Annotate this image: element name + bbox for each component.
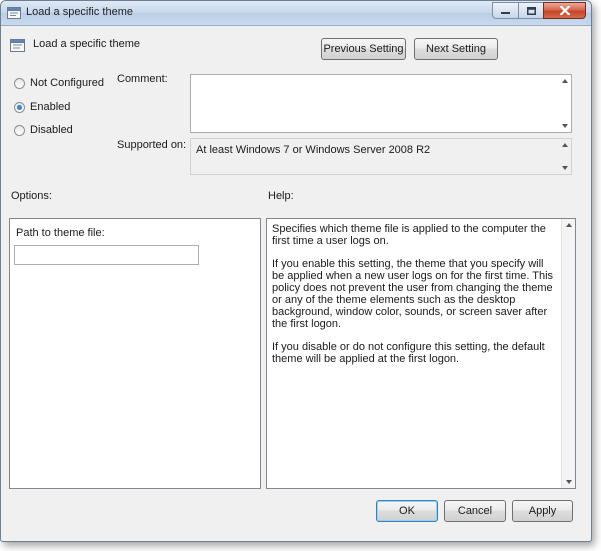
options-pane: Path to theme file: <box>9 218 261 489</box>
radio-enabled[interactable]: Enabled <box>14 101 70 113</box>
scroll-up-icon[interactable] <box>561 143 568 147</box>
supported-on-value: At least Windows 7 or Windows Server 200… <box>196 144 431 156</box>
minimize-button[interactable] <box>492 2 518 19</box>
radio-not-configured[interactable]: Not Configured <box>14 77 104 89</box>
radio-button[interactable] <box>14 101 25 113</box>
previous-setting-button[interactable]: Previous Setting <box>321 38 406 60</box>
policy-setting-icon <box>10 37 26 53</box>
minimize-icon <box>501 11 510 14</box>
supported-on-label: Supported on: <box>117 139 187 151</box>
apply-button[interactable]: Apply <box>512 500 573 522</box>
help-paragraph: Specifies which theme file is applied to… <box>272 223 546 247</box>
scroll-down-icon[interactable] <box>561 124 568 128</box>
scroll-up-icon[interactable] <box>561 79 568 83</box>
next-setting-button[interactable]: Next Setting <box>414 38 498 60</box>
cancel-button[interactable]: Cancel <box>444 500 506 522</box>
comment-scrollbar[interactable] <box>558 75 571 132</box>
title-bar[interactable]: Load a specific theme <box>1 1 591 26</box>
close-button[interactable] <box>543 2 586 19</box>
radio-disabled[interactable]: Disabled <box>14 124 73 136</box>
help-heading: Help: <box>268 190 294 202</box>
comment-field[interactable] <box>190 74 572 133</box>
supported-on-field: At least Windows 7 or Windows Server 200… <box>190 138 572 175</box>
window-title: Load a specific theme <box>26 6 134 18</box>
comment-label: Comment: <box>117 73 168 85</box>
close-icon <box>559 6 570 15</box>
radio-button[interactable] <box>14 124 25 136</box>
policy-setting-icon <box>7 6 21 19</box>
radio-selected-dot <box>17 104 22 110</box>
help-paragraph: If you disable or do not configure this … <box>272 341 545 365</box>
ok-button[interactable]: OK <box>376 500 438 522</box>
help-pane: Specifies which theme file is applied to… <box>266 218 576 489</box>
scroll-down-icon[interactable] <box>565 480 572 484</box>
policy-dialog: Load a specific theme Load a specific th… <box>0 0 592 542</box>
supported-on-scrollbar[interactable] <box>558 139 571 174</box>
radio-label: Enabled <box>30 101 71 113</box>
maximize-button[interactable] <box>518 2 543 19</box>
path-to-theme-file-input[interactable] <box>14 245 199 265</box>
setting-title: Load a specific theme <box>33 38 141 50</box>
radio-label: Not Configured <box>30 77 104 89</box>
scroll-down-icon[interactable] <box>561 166 568 170</box>
help-text: Specifies which theme file is applied to… <box>272 223 558 376</box>
path-to-theme-file-label: Path to theme file: <box>16 227 105 239</box>
options-heading: Options: <box>11 190 52 202</box>
help-scrollbar[interactable] <box>561 219 575 488</box>
radio-label: Disabled <box>30 124 73 136</box>
help-paragraph: If you enable this setting, the theme th… <box>272 258 554 330</box>
caption-buttons <box>492 2 586 20</box>
maximize-icon <box>526 6 536 15</box>
radio-button[interactable] <box>14 77 25 89</box>
scroll-up-icon[interactable] <box>565 223 572 227</box>
